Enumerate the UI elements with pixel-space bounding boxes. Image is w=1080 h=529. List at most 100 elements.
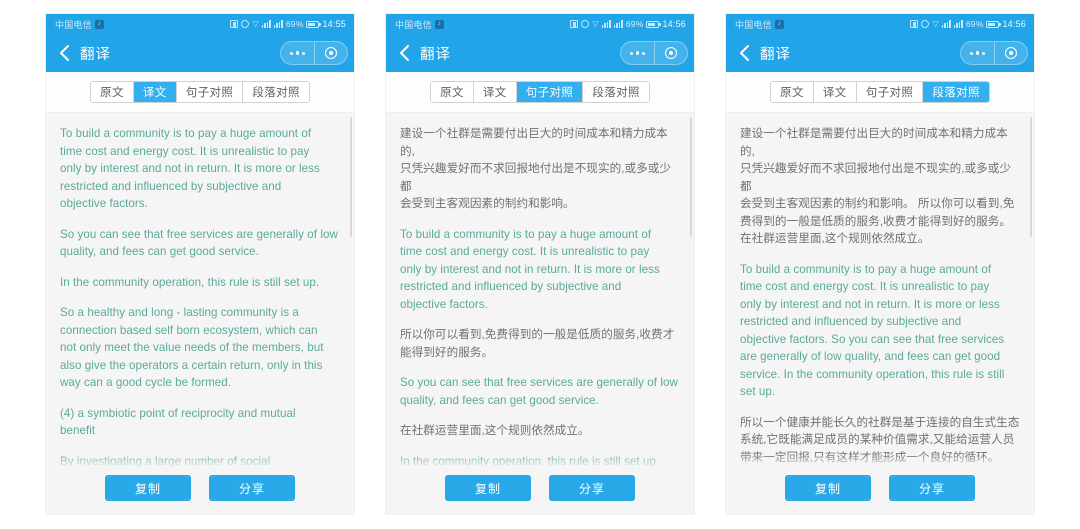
text-line: are generally of low quality, and fees c… (740, 350, 1001, 363)
status-bar-right: ▽ 69% 14:56 (910, 19, 1026, 29)
scrollbar-thumb[interactable] (1030, 117, 1032, 237)
text-line: So a healthy and long - lasting communit… (60, 306, 299, 319)
paragraph-3: So a healthy and long - lasting communit… (60, 304, 340, 392)
text-line: 只凭兴趣爱好而不求回报地付出是不现实的,或多或少都 (740, 162, 1012, 193)
status-bar-right: ▽ 69% 14:55 (230, 19, 346, 29)
tab-0[interactable]: 原文 (91, 82, 134, 102)
translation-content[interactable]: 建设一个社群是需要付出巨大的时间成本和精力成本的, 只凭兴趣爱好而不求回报地付出是… (386, 113, 694, 468)
text-line: time cost and energy cost. It is unreali… (60, 144, 310, 158)
panel-paragraph-compare: 中国电信 ♪ ▽ 69% 14:56 翻译原文 译文 句子对照 段落对照建设一个社群是需要付出巨… (726, 14, 1034, 514)
share-button[interactable]: 分享 (889, 475, 975, 501)
more-dots-button[interactable] (281, 42, 315, 64)
battery-percent-label: 69% (965, 19, 984, 29)
scrollbar-thumb[interactable] (690, 117, 692, 237)
text-line: To build a community is to pay a huge am… (400, 227, 652, 241)
chevron-left-icon[interactable] (396, 42, 412, 64)
tab-2[interactable]: 句子对照 (856, 82, 924, 102)
music-badge-icon: ♪ (94, 19, 104, 29)
target-circle-icon (324, 47, 337, 59)
text-line: 会受到主客观因素的制约和影响。 所以你可以看到,免 (740, 197, 1015, 210)
signal-bars-secondary-icon (953, 20, 963, 28)
close-target-button[interactable] (315, 42, 348, 64)
more-dots-icon (290, 51, 305, 55)
tab-1[interactable]: 译文 (813, 82, 857, 102)
signal-bars-secondary-icon (273, 20, 283, 28)
status-bar-right: ▽ 69% 14:56 (570, 19, 686, 29)
tab-3[interactable]: 段落对照 (923, 82, 989, 102)
chevron-left-icon[interactable] (56, 42, 72, 64)
copy-button[interactable]: 复制 (445, 475, 531, 501)
tab-0[interactable]: 原文 (431, 82, 474, 102)
text-line: quality, and fees can get good service. (60, 245, 259, 258)
paragraph-2: In the community operation, this rule is… (60, 274, 340, 292)
paragraph-0: 建设一个社群是需要付出巨大的时间成本和精力成本的, 只凭兴趣爱好而不求回报地付出是… (400, 125, 680, 213)
tab-bar: 原文 译文 句子对照 段落对照 (386, 72, 694, 113)
more-dots-button[interactable] (621, 42, 655, 64)
nav-bar: 翻译 (386, 34, 694, 72)
text-line: To build a community is to pay a huge am… (740, 262, 992, 276)
page-title: 翻译 (80, 46, 111, 63)
clock-label: 14:56 (662, 19, 686, 29)
text-line: objective factors. (400, 297, 488, 311)
text-line: 所以你可以看到,免费得到的一般是低质的服务,收费才 (400, 328, 675, 341)
paragraph-4: 在社群运营里面,这个规则依然成立。 (400, 422, 680, 440)
carrier-label: 中国电信 (735, 19, 772, 30)
paragraph-0: 建设一个社群是需要付出巨大的时间成本和精力成本的, 只凭兴趣爱好而不求回报地付出是… (740, 125, 1020, 248)
text-line: connection based self born ecosystem, wh… (60, 323, 318, 337)
more-dots-button[interactable] (961, 42, 995, 64)
paragraph-2: 所以一个健康并能长久的社群是基于连接的自生式生态 系统,它既能满足成员的某种价值需… (740, 414, 1020, 467)
tab-1[interactable]: 译文 (133, 82, 177, 102)
translation-content[interactable]: To build a community is to pay a huge am… (46, 113, 354, 468)
tab-3[interactable]: 段落对照 (583, 82, 649, 102)
text-line: 建设一个社群是需要付出巨大的时间成本和精力成本的, (740, 127, 1008, 158)
close-target-button[interactable] (995, 42, 1028, 64)
panel-translation: 中国电信 ♪ ▽ 69% 14:55 翻译 原文 译文 句子对照 段落对照 To build a c… (46, 14, 354, 514)
text-line: By investigating a large number of socia… (60, 454, 271, 468)
tab-1[interactable]: 译文 (473, 82, 517, 102)
paragraph-5: By investigating a large number of socia… (60, 453, 340, 469)
more-dots-icon (630, 51, 645, 55)
text-line: 建设一个社群是需要付出巨大的时间成本和精力成本的, (400, 127, 668, 158)
text-line: way can a good cycle be formed. (60, 376, 232, 389)
text-line: objective factors. (60, 197, 148, 210)
tab-0[interactable]: 原文 (771, 82, 814, 102)
target-circle-icon (1004, 47, 1017, 59)
text-line: time cost and energy cost. It is unreali… (740, 280, 990, 293)
battery-icon (646, 20, 661, 28)
status-bar: 中国电信 ♪ ▽ 69% 14:56 (386, 14, 694, 34)
paragraph-3: So you can see that free services are ge… (400, 374, 680, 409)
text-line: 所以一个健康并能长久的社群是基于连接的自生式生态 (740, 415, 1020, 429)
wifi-icon: ▽ (592, 19, 599, 28)
tab-bar: 原文 译文 句子对照 段落对照 (726, 72, 1034, 113)
status-bar: 中国电信 ♪ ▽ 69% 14:55 (46, 14, 354, 34)
tab-bar: 原文 译文 句子对照 段落对照 (46, 72, 354, 113)
battery-percent-label: 69% (285, 19, 304, 29)
close-target-button[interactable] (655, 42, 688, 64)
text-line: 系统,它既能满足成员的某种价值需求,又能给运营人员 (740, 433, 1015, 446)
nav-bar: 翻译 (726, 34, 1034, 72)
paragraph-2: 所以你可以看到,免费得到的一般是低质的服务,收费才 能得到好的服务。 (400, 326, 680, 361)
text-line: 会受到主客观因素的制约和影响。 (400, 197, 575, 210)
scrollbar-thumb[interactable] (350, 117, 352, 237)
target-circle-icon (664, 47, 677, 59)
status-bar-left: 中国电信 ♪ (395, 18, 444, 31)
share-button[interactable]: 分享 (209, 475, 295, 501)
tab-2[interactable]: 句子对照 (176, 82, 244, 102)
text-line: 能得到好的服务。 (400, 345, 494, 359)
share-button[interactable]: 分享 (549, 475, 635, 501)
copy-button[interactable]: 复制 (785, 475, 871, 501)
copy-button[interactable]: 复制 (105, 475, 191, 501)
mini-program-capsule (280, 41, 348, 65)
text-line: To build a community is to pay a huge am… (60, 127, 312, 140)
sim-icon (230, 20, 239, 28)
text-line: restricted and influenced by subjective … (740, 315, 962, 328)
chevron-left-icon[interactable] (736, 42, 752, 64)
music-badge-icon: ♪ (774, 19, 784, 29)
tab-3[interactable]: 段落对照 (243, 82, 309, 102)
tab-2[interactable]: 句子对照 (516, 82, 584, 102)
paragraph-1: To build a community is to pay a huge am… (740, 261, 1020, 401)
nav-bar: 翻译 (46, 34, 354, 72)
page-title: 翻译 (760, 46, 791, 63)
translation-content[interactable]: 建设一个社群是需要付出巨大的时间成本和精力成本的, 只凭兴趣爱好而不求回报地付出是… (726, 113, 1034, 468)
page-title: 翻译 (420, 46, 451, 63)
